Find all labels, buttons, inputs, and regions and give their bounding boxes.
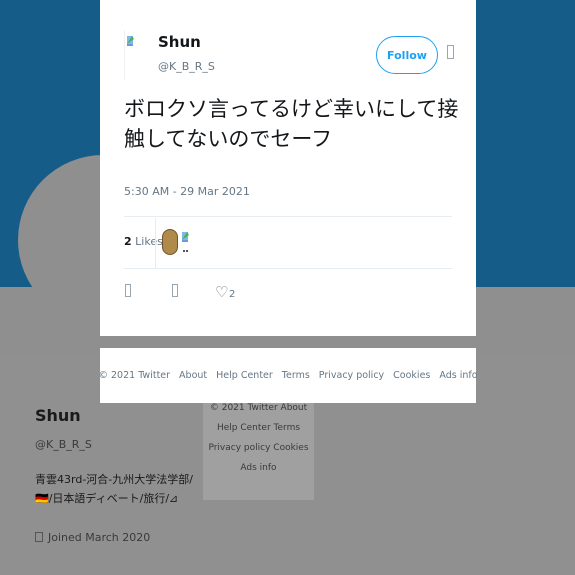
footer-ads-link[interactable]: Ads info — [439, 370, 477, 381]
reply-icon[interactable] — [125, 284, 131, 297]
bg-footer-help[interactable]: Help Center — [217, 423, 271, 433]
more-options-icon[interactable] — [447, 45, 454, 59]
footer-about-link[interactable]: About — [179, 370, 207, 381]
like-count: 2 — [229, 289, 236, 300]
footer-privacy-link[interactable]: Privacy policy — [319, 370, 384, 381]
likes-label: Likes — [135, 235, 163, 248]
divider — [124, 216, 452, 217]
bg-footer-copyright: © 2021 Twitter — [209, 403, 278, 413]
bg-footer-terms[interactable]: Terms — [274, 423, 301, 433]
liker-avatar-broken[interactable] — [180, 229, 192, 255]
joined-text: Joined March 2020 — [48, 531, 151, 544]
tweet-timestamp[interactable]: 5:30 AM - 29 Mar 2021 — [124, 185, 250, 198]
bg-footer-privacy[interactable]: Privacy policy — [208, 443, 270, 453]
profile-joined: Joined March 2020 — [35, 531, 150, 544]
heart-icon[interactable]: ♡ — [215, 284, 228, 300]
liker-avatar[interactable] — [162, 229, 178, 255]
footer-cookies-link[interactable]: Cookies — [393, 370, 430, 381]
profile-handle: @K_B_R_S — [35, 438, 92, 451]
footer-links: © 2021 Twitter About Help Center Terms P… — [98, 348, 478, 403]
bg-footer-about[interactable]: About — [281, 403, 308, 413]
footer-copyright: © 2021 Twitter — [98, 370, 171, 381]
footer-help-link[interactable]: Help Center — [216, 370, 273, 381]
bg-footer-ads[interactable]: Ads info — [240, 463, 276, 473]
likes-number: 2 — [124, 235, 132, 248]
likes-separator — [155, 218, 156, 268]
author-avatar[interactable] — [124, 30, 154, 80]
author-handle[interactable]: @K_B_R_S — [158, 60, 215, 73]
retweet-icon[interactable] — [172, 284, 178, 297]
likes-summary[interactable]: 2 Likes — [124, 235, 163, 248]
tweet-text: ボロクソ言ってるけど幸いにして接触してないのでセーフ — [124, 97, 459, 151]
profile-name: Shun — [35, 406, 81, 425]
bg-footer-cookies[interactable]: Cookies — [273, 443, 308, 453]
author-name[interactable]: Shun — [158, 33, 201, 51]
divider — [124, 268, 452, 269]
footer-terms-link[interactable]: Terms — [282, 370, 310, 381]
profile-footer-links: © 2021 Twitter About Help Center Terms P… — [203, 398, 314, 500]
follow-button[interactable]: Follow — [376, 36, 438, 74]
profile-bio: 青雲43rd-河合-九州大学法学部/🇩🇪/日本語ディベート/旅行/⊿ — [35, 473, 193, 505]
calendar-icon — [35, 532, 43, 542]
